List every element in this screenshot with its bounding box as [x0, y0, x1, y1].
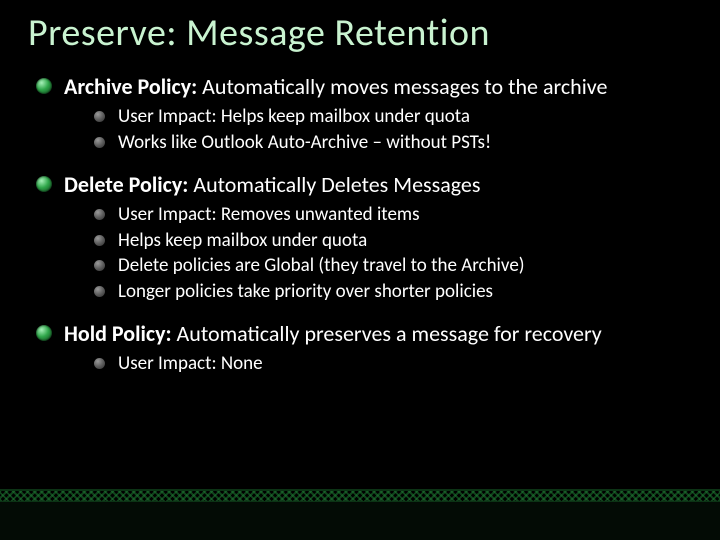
- list-item: Longer policies take priority over short…: [94, 279, 692, 305]
- delete-policy-line: Delete Policy: Automatically Deletes Mes…: [64, 172, 692, 198]
- list-item: Helps keep mailbox under quota: [94, 228, 692, 254]
- archive-sublist: User Impact: Helps keep mailbox under qu…: [94, 104, 692, 155]
- delete-sublist: User Impact: Removes unwanted items Help…: [94, 202, 692, 305]
- archive-policy-desc: Automatically moves messages to the arch…: [197, 73, 607, 100]
- policy-list: Archive Policy: Automatically moves mess…: [34, 74, 692, 377]
- hold-policy-desc: Automatically preserves a message for re…: [172, 320, 602, 347]
- list-item: Works like Outlook Auto-Archive – withou…: [94, 130, 692, 156]
- archive-policy-line: Archive Policy: Automatically moves mess…: [64, 74, 692, 100]
- list-item: Delete Policy: Automatically Deletes Mes…: [34, 172, 692, 305]
- archive-policy-label: Archive Policy:: [64, 73, 197, 100]
- list-item: Delete policies are Global (they travel …: [94, 253, 692, 279]
- list-item: Hold Policy: Automatically preserves a m…: [34, 321, 692, 377]
- footer-fill: [0, 502, 720, 540]
- page-title: Preserve: Message Retention: [28, 10, 692, 56]
- footer-pattern: [0, 489, 720, 502]
- delete-policy-label: Delete Policy:: [64, 171, 188, 198]
- hold-policy-label: Hold Policy:: [64, 320, 172, 347]
- list-item: User Impact: Removes unwanted items: [94, 202, 692, 228]
- list-item: User Impact: Helps keep mailbox under qu…: [94, 104, 692, 130]
- delete-policy-desc: Automatically Deletes Messages: [188, 171, 480, 198]
- hold-policy-line: Hold Policy: Automatically preserves a m…: [64, 321, 692, 347]
- slide: Preserve: Message Retention Archive Poli…: [0, 0, 720, 540]
- list-item: User Impact: None: [94, 351, 692, 377]
- hold-sublist: User Impact: None: [94, 351, 692, 377]
- list-item: Archive Policy: Automatically moves mess…: [34, 74, 692, 156]
